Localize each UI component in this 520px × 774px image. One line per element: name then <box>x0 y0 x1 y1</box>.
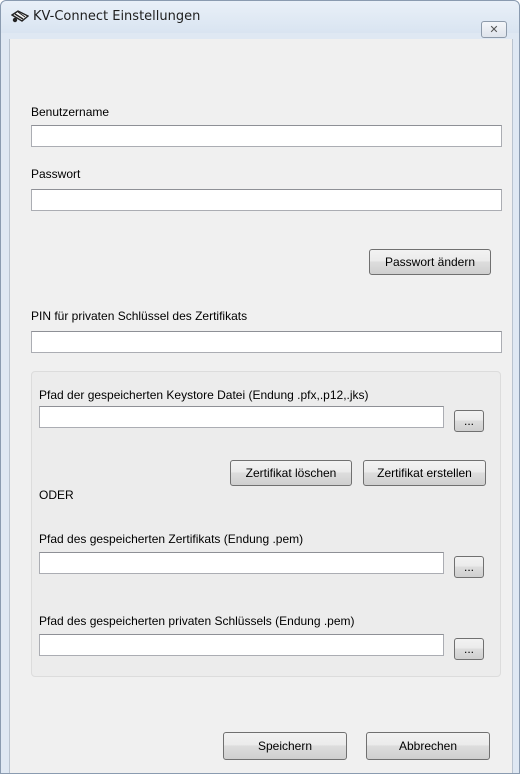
password-input[interactable] <box>31 189 502 211</box>
delete-certificate-button[interactable]: Zertifikat löschen <box>230 460 352 486</box>
title-bar[interactable]: KV-Connect Einstellungen ✕ <box>1 1 519 38</box>
change-password-button[interactable]: Passwort ändern <box>369 249 491 275</box>
window-title: KV-Connect Einstellungen <box>33 9 201 24</box>
pin-label: PIN für privaten Schlüssel des Zertifika… <box>31 309 248 323</box>
close-button[interactable]: ✕ <box>481 21 507 38</box>
certificate-path-input[interactable] <box>39 552 444 574</box>
certificate-browse-button[interactable]: ... <box>454 556 484 578</box>
close-icon: ✕ <box>489 24 499 36</box>
app-connector-icon <box>11 10 29 23</box>
username-input[interactable] <box>31 125 502 147</box>
or-label: ODER <box>39 488 74 502</box>
private-key-browse-button[interactable]: ... <box>454 638 484 660</box>
private-key-path-input[interactable] <box>39 634 444 656</box>
keystore-path-label: Pfad der gespeicherten Keystore Datei (E… <box>39 388 369 402</box>
keystore-browse-button[interactable]: ... <box>454 410 484 432</box>
settings-window: KV-Connect Einstellungen ✕ Benutzername … <box>0 0 520 774</box>
password-label: Passwort <box>31 167 81 181</box>
private-key-path-label: Pfad des gespeicherten privaten Schlüsse… <box>39 614 355 628</box>
pin-input[interactable] <box>31 331 502 353</box>
save-button[interactable]: Speichern <box>223 732 347 760</box>
certificate-group: Pfad der gespeicherten Keystore Datei (E… <box>31 371 501 677</box>
keystore-path-input[interactable] <box>39 406 444 428</box>
username-label: Benutzername <box>31 105 110 119</box>
cancel-button[interactable]: Abbrechen <box>366 732 490 760</box>
certificate-path-label: Pfad des gespeicherten Zertifikats (Endu… <box>39 532 304 546</box>
create-certificate-button[interactable]: Zertifikat erstellen <box>363 460 486 486</box>
